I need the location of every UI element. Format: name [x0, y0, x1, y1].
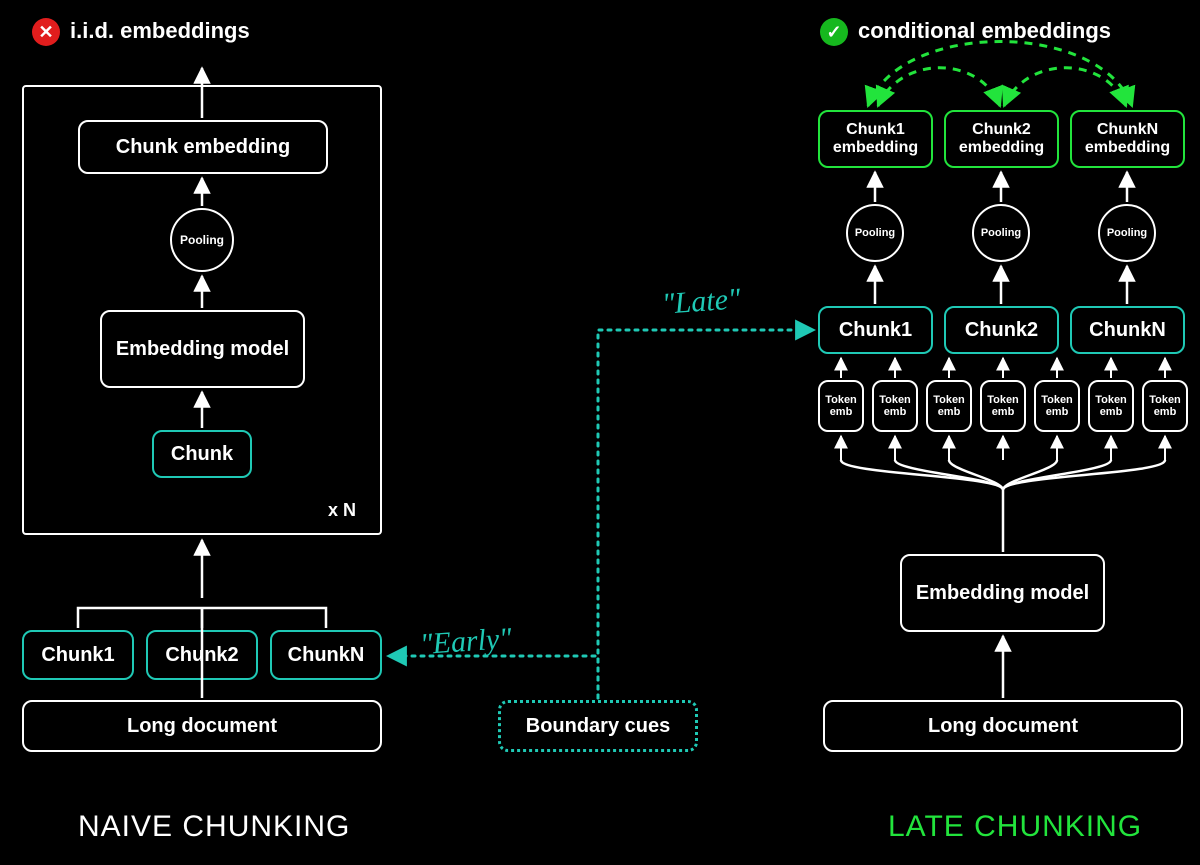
check-badge-icon: ✓ [820, 18, 848, 46]
left-header: i.i.d. embeddings [70, 18, 250, 44]
token-emb-2: Token emb [872, 380, 918, 432]
right-pooling1-circle: Pooling [846, 204, 904, 262]
left-chunk2-box: Chunk2 [146, 630, 258, 680]
token-emb-3: Token emb [926, 380, 972, 432]
right-embedding-model-box: Embedding model [900, 554, 1105, 632]
right-long-document-box: Long document [823, 700, 1183, 752]
left-caption: NAIVE CHUNKING [78, 810, 350, 844]
right-caption: LATE CHUNKING [888, 810, 1142, 844]
token-emb-6: Token emb [1088, 380, 1134, 432]
left-xn-label: x N [328, 500, 356, 521]
right-pooling3-circle: Pooling [1098, 204, 1156, 262]
boundary-cues-box: Boundary cues [498, 700, 698, 752]
x-badge-icon: ✕ [32, 18, 60, 46]
right-output3-box: ChunkN embedding [1070, 110, 1185, 168]
early-label: "Early" [419, 622, 513, 662]
late-label: "Late" [661, 282, 742, 321]
token-emb-1: Token emb [818, 380, 864, 432]
right-output2-box: Chunk2 embedding [944, 110, 1059, 168]
right-chunk1-box: Chunk1 [818, 306, 933, 354]
right-output1-box: Chunk1 embedding [818, 110, 933, 168]
left-embedding-model-box: Embedding model [100, 310, 305, 388]
left-chunkn-box: ChunkN [270, 630, 382, 680]
token-emb-5: Token emb [1034, 380, 1080, 432]
left-pooling-circle: Pooling [170, 208, 234, 272]
right-chunkn-box: ChunkN [1070, 306, 1185, 354]
left-chunk1-box: Chunk1 [22, 630, 134, 680]
right-header: conditional embeddings [858, 18, 1111, 44]
left-chunk-embedding-box: Chunk embedding [78, 120, 328, 174]
left-chunk-box: Chunk [152, 430, 252, 478]
left-long-document-box: Long document [22, 700, 382, 752]
token-emb-7: Token emb [1142, 380, 1188, 432]
right-pooling2-circle: Pooling [972, 204, 1030, 262]
right-chunk2-box: Chunk2 [944, 306, 1059, 354]
token-emb-4: Token emb [980, 380, 1026, 432]
